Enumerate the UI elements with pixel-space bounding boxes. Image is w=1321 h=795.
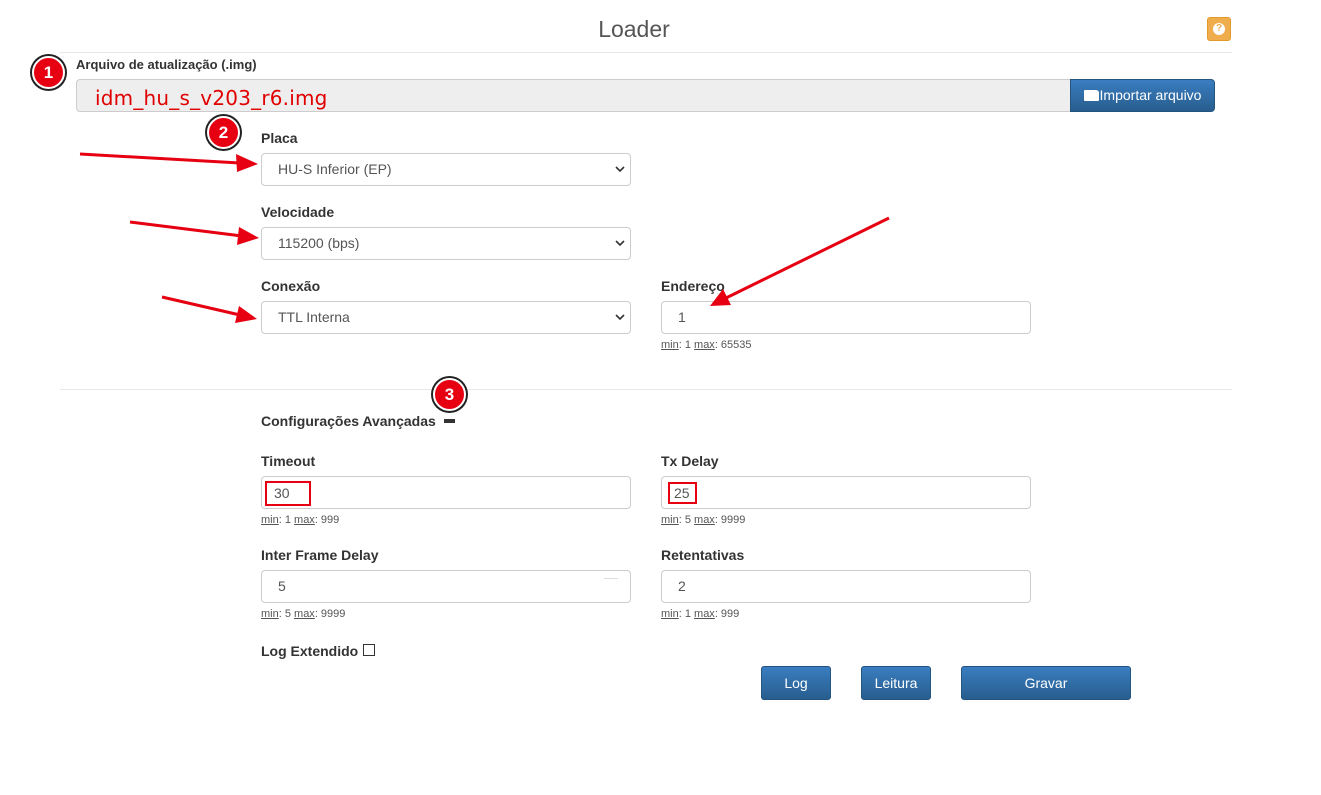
import-file-label: Importar arquivo bbox=[1099, 87, 1202, 103]
arrow-to-placa bbox=[79, 152, 241, 165]
retentativas-label: Retentativas bbox=[661, 547, 745, 563]
log-extendido-checkbox[interactable] bbox=[363, 644, 375, 656]
txdelay-value: 25 bbox=[674, 485, 690, 501]
import-file-button[interactable]: Importar arquivo bbox=[1070, 79, 1215, 112]
advanced-settings-title: Configurações Avançadas bbox=[261, 413, 436, 429]
input-spinner-hint bbox=[604, 578, 618, 579]
question-circle-icon: ? bbox=[1213, 23, 1225, 35]
interframe-value: 5 bbox=[278, 578, 286, 594]
arrow-to-endereco bbox=[725, 216, 890, 300]
velocidade-label: Velocidade bbox=[261, 204, 335, 220]
step-badge-1: 1 bbox=[32, 56, 65, 89]
chevron-down-icon bbox=[615, 166, 625, 173]
txdelay-highlight: 25 bbox=[668, 482, 697, 504]
chevron-down-icon bbox=[615, 314, 625, 321]
placa-value: HU-S Inferior (EP) bbox=[278, 161, 392, 177]
folder-open-icon bbox=[1083, 90, 1099, 101]
conexao-value: TTL Interna bbox=[278, 309, 350, 325]
help-button[interactable]: ? bbox=[1207, 17, 1231, 41]
section-divider bbox=[60, 389, 1232, 390]
interframe-input[interactable]: 5 bbox=[261, 570, 631, 603]
file-label: Arquivo de atualização (.img) bbox=[76, 57, 257, 72]
endereco-range-hint: min: 1 max: 65535 bbox=[661, 339, 752, 351]
endereco-input[interactable]: 1 bbox=[661, 301, 1031, 334]
retentativas-range-hint: min: 1 max: 999 bbox=[661, 608, 740, 620]
txdelay-range-hint: min: 5 max: 9999 bbox=[661, 514, 746, 526]
leitura-button[interactable]: Leitura bbox=[861, 666, 931, 700]
conexao-select[interactable]: TTL Interna bbox=[261, 301, 631, 334]
arrow-to-velocidade bbox=[129, 220, 243, 238]
arrow-to-conexao bbox=[161, 295, 241, 317]
timeout-highlight: 30 bbox=[265, 481, 311, 506]
minus-icon[interactable] bbox=[444, 419, 455, 423]
timeout-range-hint: min: 1 max: 999 bbox=[261, 514, 340, 526]
step-badge-3: 3 bbox=[433, 378, 466, 411]
interframe-label: Inter Frame Delay bbox=[261, 547, 379, 563]
txdelay-input[interactable] bbox=[661, 476, 1031, 509]
file-name-text: idm_hu_s_v203_r6.img bbox=[95, 86, 328, 110]
timeout-label: Timeout bbox=[261, 453, 316, 469]
placa-select[interactable]: HU-S Inferior (EP) bbox=[261, 153, 631, 186]
interframe-range-hint: min: 5 max: 9999 bbox=[261, 608, 346, 620]
placa-label: Placa bbox=[261, 130, 298, 146]
txdelay-label: Tx Delay bbox=[661, 453, 719, 469]
page-title: Loader bbox=[598, 16, 670, 42]
velocidade-select[interactable]: 115200 (bps) bbox=[261, 227, 631, 260]
velocidade-value: 115200 (bps) bbox=[278, 235, 360, 251]
retentativas-input[interactable]: 2 bbox=[661, 570, 1031, 603]
conexao-label: Conexão bbox=[261, 278, 321, 294]
timeout-input[interactable] bbox=[261, 476, 631, 509]
step-badge-2: 2 bbox=[207, 116, 240, 149]
chevron-down-icon bbox=[615, 240, 625, 247]
log-extendido-label: Log Extendido bbox=[261, 643, 359, 659]
log-button[interactable]: Log bbox=[761, 666, 831, 700]
retentativas-value: 2 bbox=[678, 578, 686, 594]
header-divider bbox=[60, 52, 1232, 53]
timeout-value: 30 bbox=[274, 485, 290, 501]
endereco-value: 1 bbox=[678, 309, 686, 325]
gravar-button[interactable]: Gravar bbox=[961, 666, 1131, 700]
endereco-label: Endereço bbox=[661, 278, 725, 294]
